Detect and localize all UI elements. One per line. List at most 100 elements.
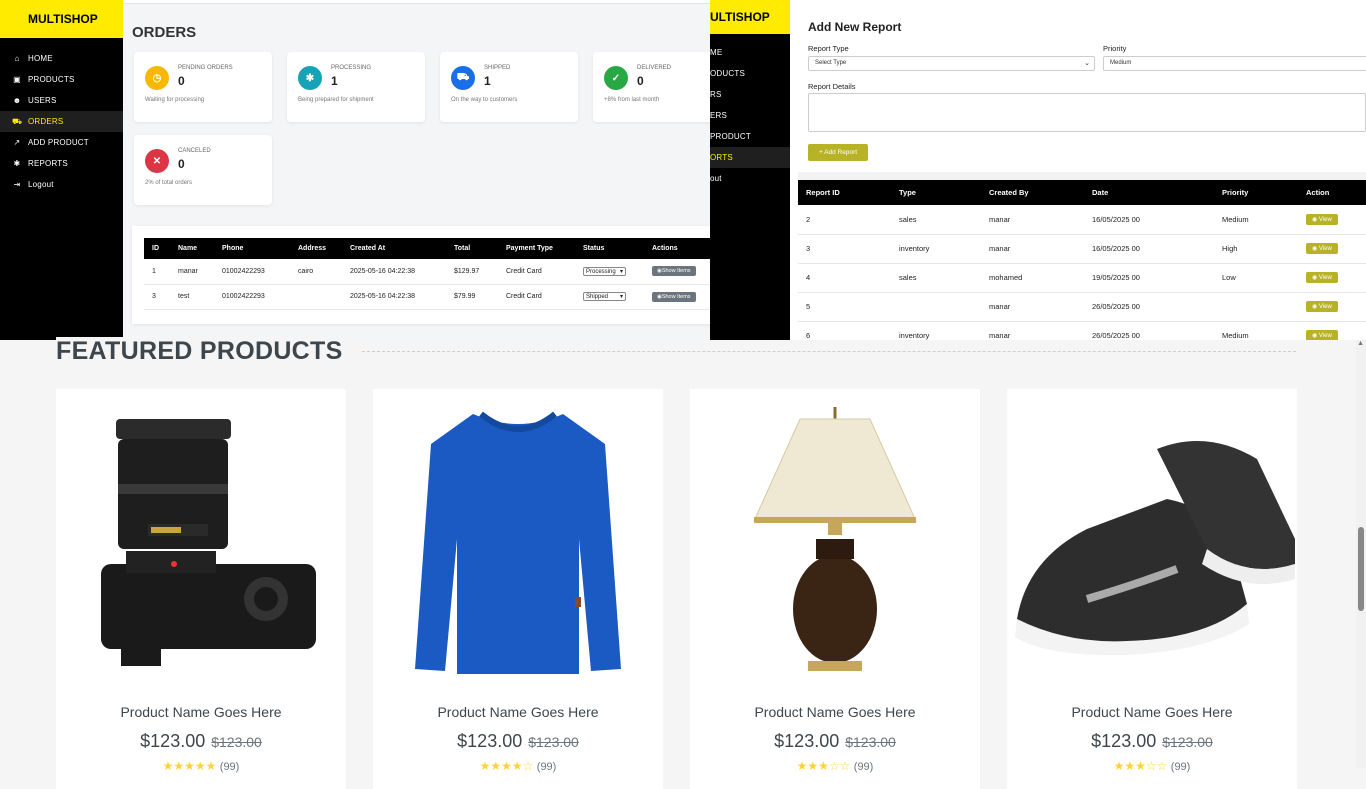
sidebar-item[interactable]: RS	[710, 84, 790, 105]
sidebar-item[interactable]: ORTS	[710, 147, 790, 168]
column-header: Address	[290, 238, 342, 259]
cell-type: inventory	[891, 321, 981, 340]
sidebar-item-logout[interactable]: ⇥ Logout	[0, 174, 123, 195]
cell-address	[290, 284, 342, 310]
box-icon: ▣	[13, 75, 21, 84]
table-row: 3 inventory manar 16/05/2025 00 High ◉ View	[798, 234, 1366, 264]
product-rating: ★★★★☆ (99)	[373, 759, 663, 773]
table-row: 6 inventory manar 26/05/2025 00 Medium ◉ View	[798, 321, 1366, 340]
sidebar-item-products[interactable]: ▣ PRODUCTS	[0, 69, 123, 90]
sidebar-item-reports[interactable]: ✱ REPORTS	[0, 153, 123, 174]
product-card[interactable]: Product Name Goes Here $123.00 $123.00 ★★★☆…	[1007, 389, 1297, 789]
star-icons: ★★★☆☆	[1113, 759, 1168, 773]
sidebar-item-orders[interactable]: ⛟ ORDERS	[0, 111, 123, 132]
cell-priority: Medium	[1214, 205, 1298, 235]
review-count: (99)	[219, 761, 240, 773]
product-image-shoes[interactable]	[1007, 389, 1297, 679]
scroll-up-icon[interactable]: ▲	[1357, 340, 1364, 347]
product-price: $123.00 $123.00	[690, 731, 980, 752]
report-type-label: Report Type	[808, 44, 849, 53]
sidebar-item[interactable]: ME	[710, 42, 790, 63]
view-button[interactable]: ◉ View	[1306, 272, 1338, 283]
column-header: Name	[170, 238, 214, 259]
sidebar-item-label: USERS	[28, 96, 57, 105]
orders-table-header: ID Name Phone Address Created At Total Payment…	[144, 238, 710, 259]
column-header: Action	[1298, 180, 1366, 205]
sidebar-item[interactable]: PRODUCT	[710, 126, 790, 147]
sidebar-nav: ⌂ HOME ▣ PRODUCTS ☻ USERS ⛟ ORDERS ↗ ADD PRODUCT ✱…	[0, 48, 123, 195]
current-price: $123.00	[1091, 731, 1157, 751]
product-price: $123.00 $123.00	[373, 731, 663, 752]
stat-subtext: Being prepared for shipment	[298, 97, 374, 103]
cell-priority	[1214, 292, 1298, 322]
product-name[interactable]: Product Name Goes Here	[690, 704, 980, 720]
product-image-sweater[interactable]	[373, 389, 663, 679]
sidebar-item[interactable]: ODUCTS	[710, 63, 790, 84]
view-button[interactable]: ◉ View	[1306, 301, 1338, 312]
status-select[interactable]: Processing	[583, 266, 626, 276]
report-type-value: Select Type	[815, 60, 847, 66]
cell-id: 5	[798, 292, 891, 322]
view-button[interactable]: ◉ View	[1306, 243, 1338, 254]
product-card[interactable]: Product Name Goes Here $123.00 $123.00 ★★★★…	[373, 389, 663, 789]
cell-by: manar	[981, 321, 1084, 340]
logout-icon: ⇥	[13, 180, 21, 189]
cell-id: 3	[798, 234, 891, 264]
old-price: $123.00	[528, 734, 579, 750]
cell-action: ◉ View	[1298, 321, 1366, 340]
report-details-textarea[interactable]	[808, 93, 1366, 132]
priority-select[interactable]: Medium	[1103, 56, 1366, 71]
review-count: (99)	[1170, 761, 1191, 773]
scrollbar-thumb[interactable]	[1358, 527, 1364, 611]
sidebar-item-label: ADD PRODUCT	[28, 138, 89, 147]
stat-value: 0	[178, 157, 185, 171]
view-button[interactable]: ◉ View	[1306, 213, 1338, 225]
cell-type	[891, 292, 981, 322]
view-button[interactable]: ◉ View	[1306, 330, 1338, 340]
column-header: Phone	[214, 238, 290, 259]
cell-phone: 01002422293	[214, 259, 290, 285]
stat-label: PENDING ORDERS	[178, 65, 233, 71]
cell-action: ◉ View	[1298, 263, 1366, 293]
orders-table: ID Name Phone Address Created At Total Payment…	[144, 238, 710, 310]
table-row: 1 manar 01002422293 cairo 2025-05-16 04:22:3…	[144, 259, 710, 285]
show-items-button[interactable]: ◉Show Items	[652, 266, 696, 277]
sidebar-item[interactable]: ERS	[710, 105, 790, 126]
sidebar-item-users[interactable]: ☻ USERS	[0, 90, 123, 111]
show-items-button[interactable]: ◉Show Items	[652, 291, 696, 302]
brand-logo[interactable]: MULTISHOP	[0, 0, 123, 38]
cell-created: 2025-05-16 04:22:38	[342, 259, 446, 285]
cell-address: cairo	[290, 259, 342, 285]
product-image-lamp[interactable]	[690, 389, 980, 679]
cell-priority: Medium	[1214, 321, 1298, 340]
report-type-select[interactable]: Select Type ⌄	[808, 56, 1095, 71]
current-price: $123.00	[774, 731, 840, 751]
product-image-camera[interactable]	[56, 389, 346, 679]
cell-action: ◉ View	[1298, 205, 1366, 235]
status-select[interactable]: Shipped	[583, 292, 626, 301]
cell-date: 19/05/2025 00	[1084, 263, 1214, 293]
product-name[interactable]: Product Name Goes Here	[373, 704, 663, 720]
section-divider	[798, 172, 1366, 180]
sidebar-item[interactable]: out	[710, 168, 790, 189]
brand-logo[interactable]: ULTISHOP	[710, 0, 790, 34]
sidebar-item-home[interactable]: ⌂ HOME	[0, 48, 123, 69]
product-card[interactable]: Product Name Goes Here $123.00 $123.00 ★★★★…	[56, 389, 346, 789]
orders-table-card: ID Name Phone Address Created At Total Payment…	[132, 226, 710, 324]
add-report-button[interactable]: + Add Report	[808, 144, 868, 161]
product-name[interactable]: Product Name Goes Here	[56, 704, 346, 720]
product-card[interactable]: Product Name Goes Here $123.00 $123.00 ★★★☆…	[690, 389, 980, 789]
old-price: $123.00	[1162, 734, 1213, 750]
sidebar-item-label: PRODUCTS	[28, 75, 75, 84]
table-row: 2 sales manar 16/05/2025 00 Medium ◉ View	[798, 205, 1366, 235]
cell-type: sales	[891, 205, 981, 235]
column-header: Type	[891, 180, 981, 205]
cell-payment: Credit Card	[498, 259, 575, 285]
scrollbar[interactable]: ▲	[1356, 340, 1366, 768]
product-name[interactable]: Product Name Goes Here	[1007, 704, 1297, 720]
sidebar-item-add-product[interactable]: ↗ ADD PRODUCT	[0, 132, 123, 153]
product-price: $123.00 $123.00	[56, 731, 346, 752]
column-header: Date	[1084, 180, 1214, 205]
users-icon: ☻	[12, 96, 22, 105]
truck-icon: ⛟	[451, 66, 475, 90]
